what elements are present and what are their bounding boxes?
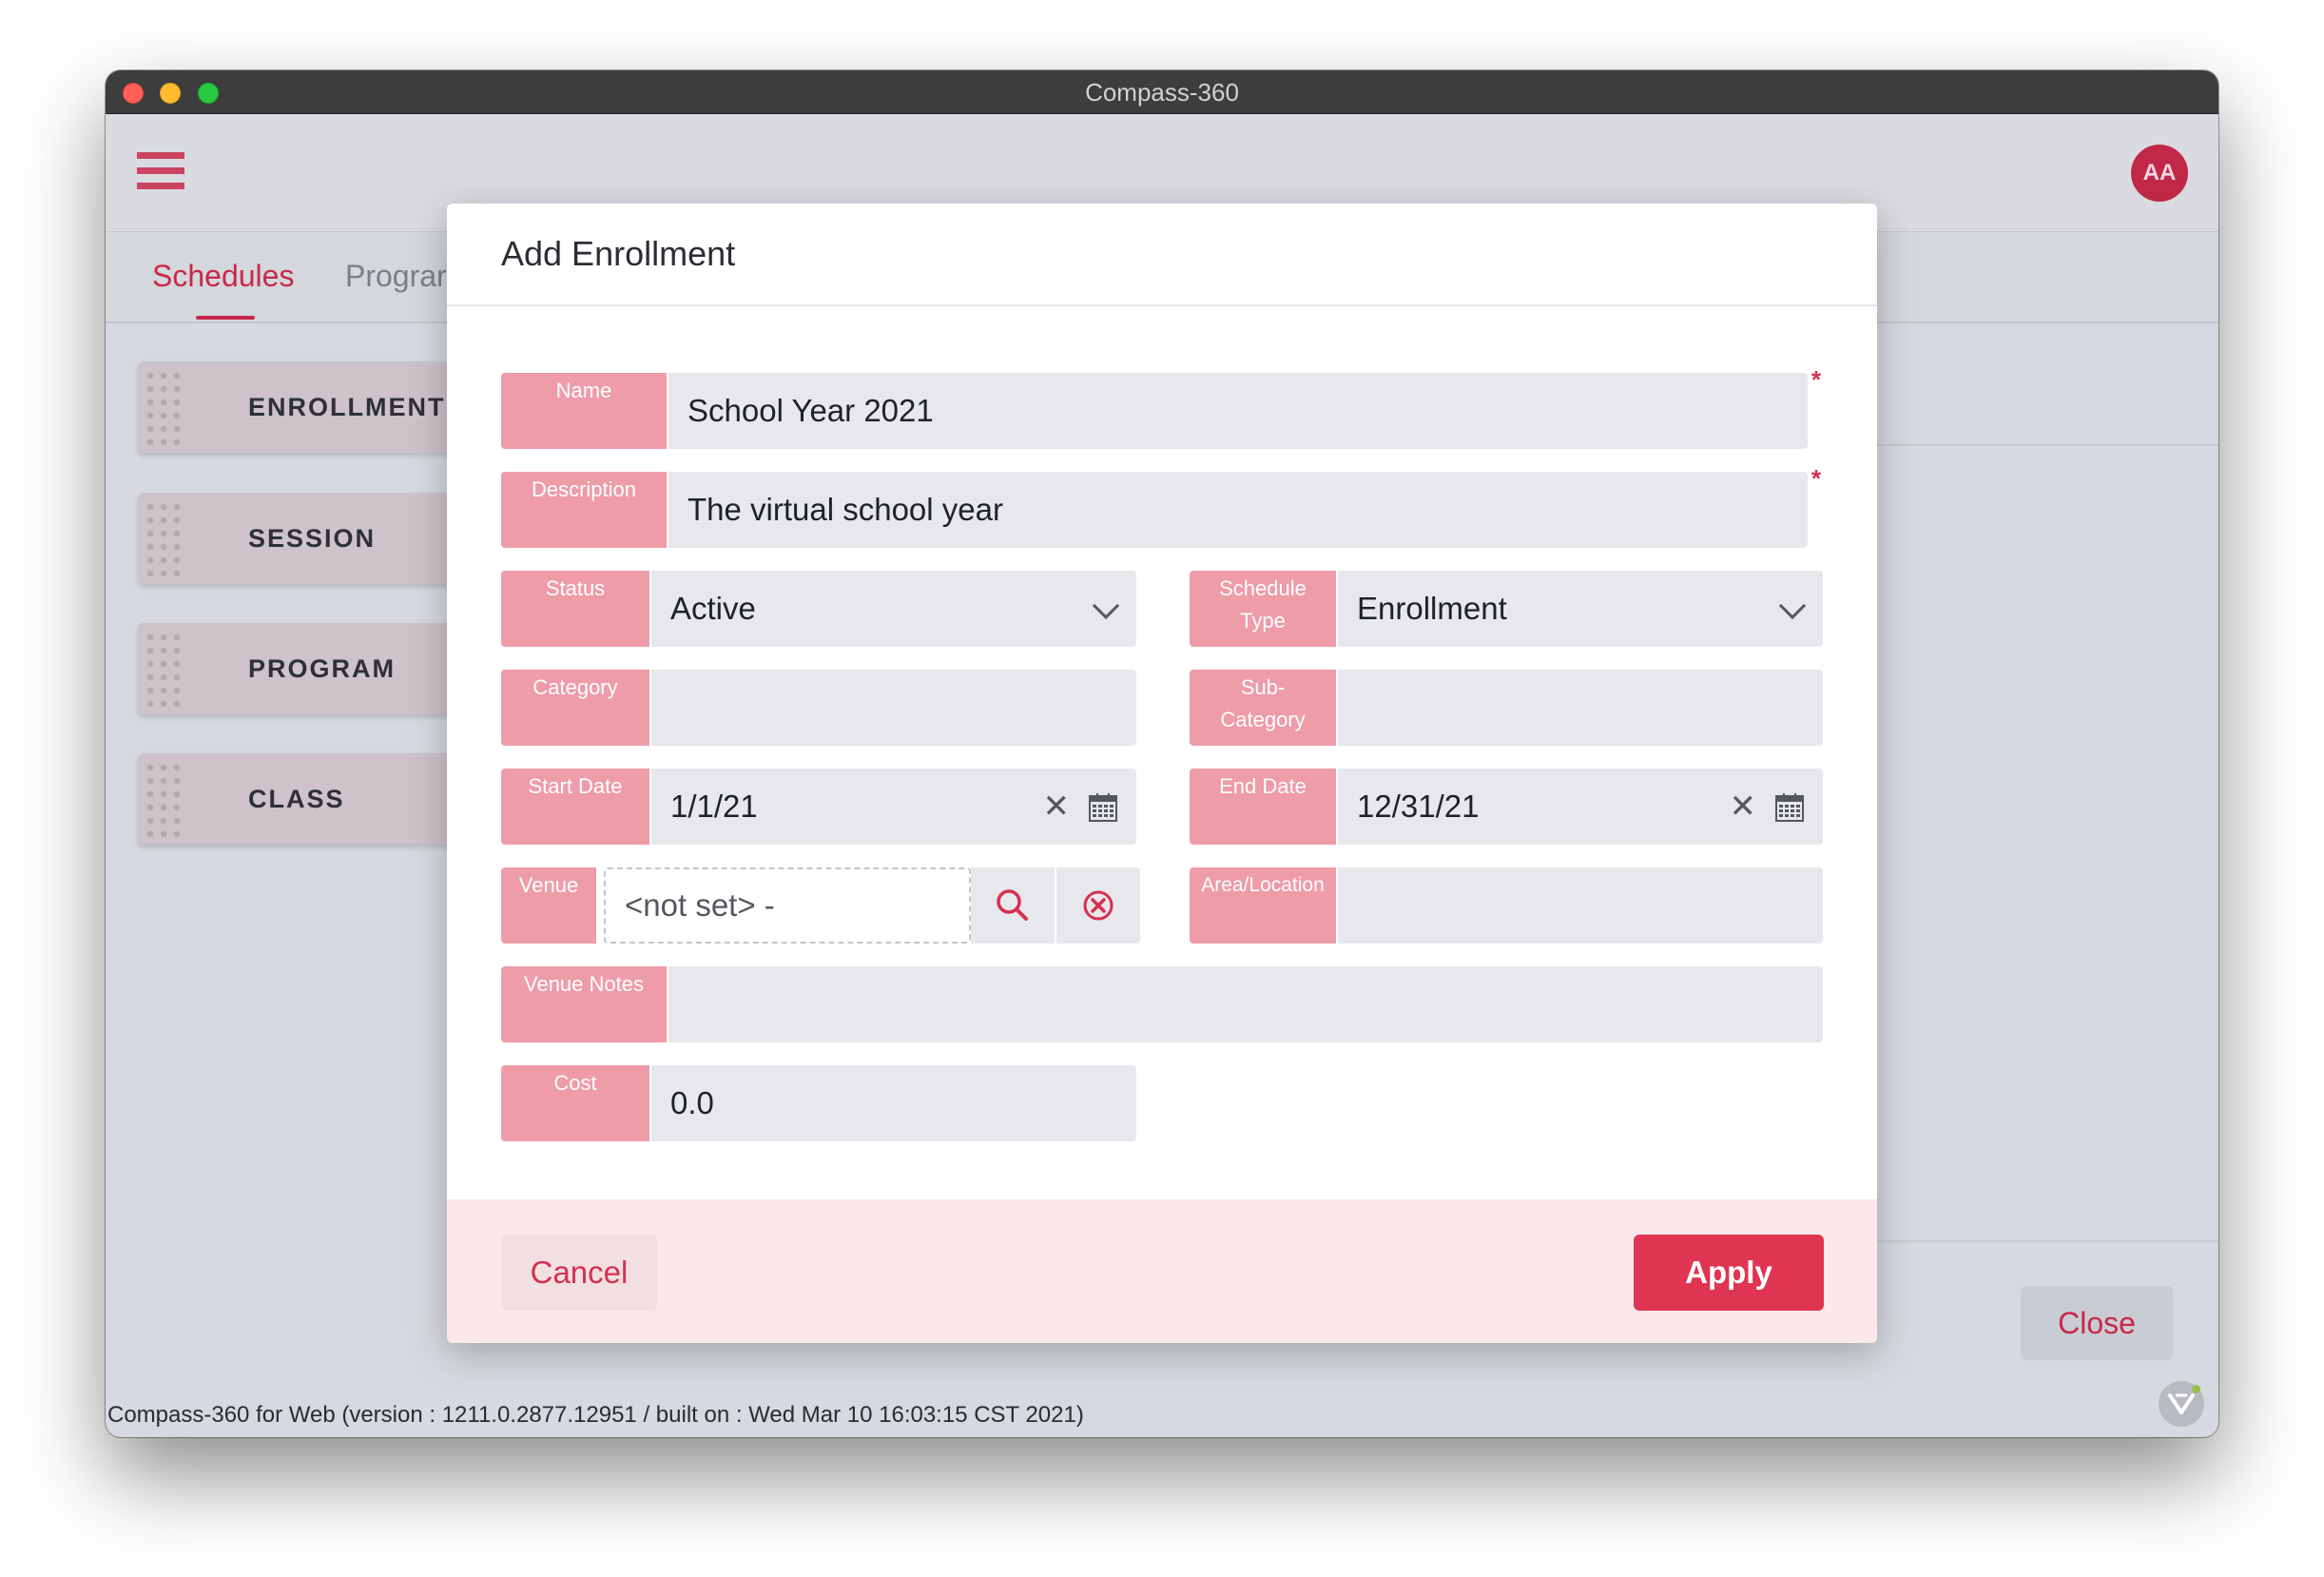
tab-programs[interactable]: Prograr (345, 259, 447, 294)
start-date-field: Start Date 1/1/21 ✕ (501, 769, 1136, 845)
close-button[interactable]: Close (2021, 1286, 2173, 1360)
divider (1855, 1240, 2218, 1242)
field-label: Schedule Type (1190, 571, 1336, 647)
dialog-header: Add Enrollment (447, 204, 1877, 306)
area-location-input[interactable] (1338, 867, 1823, 944)
sidebar-item-class[interactable]: CLASS (138, 753, 499, 845)
sidebar-item-label: SESSION (248, 524, 377, 553)
dialog-title: Add Enrollment (501, 234, 736, 273)
version-footer: Compass-360 for Web (version : 1211.0.28… (107, 1402, 1084, 1428)
category-field: Category (501, 670, 1136, 746)
description-input[interactable]: The virtual school year (668, 472, 1808, 548)
field-label: End Date (1190, 769, 1336, 845)
end-date-field: End Date 12/31/21 ✕ (1190, 769, 1823, 845)
cost-field: Cost 0.0 (501, 1065, 1136, 1141)
schedule-type-select[interactable]: Schedule Type Enrollment (1190, 571, 1823, 647)
sidebar-item-session[interactable]: SESSION (138, 493, 499, 584)
name-field: Name School Year 2021 * (501, 365, 1821, 449)
status-select[interactable]: Status Active (501, 571, 1136, 647)
field-label: Name (501, 373, 667, 449)
venue-field: Venue <not set> - (501, 867, 1140, 944)
required-marker: * (1811, 365, 1821, 394)
venue-notes-input[interactable] (668, 966, 1823, 1042)
calendar-icon[interactable] (1775, 793, 1804, 822)
hamburger-menu-icon[interactable] (137, 152, 184, 190)
sidebar-item-enrollment[interactable]: ENROLLMENT (138, 361, 499, 453)
apply-button[interactable]: Apply (1634, 1235, 1824, 1311)
sidebar-item-label: ENROLLMENT (248, 393, 446, 421)
venue-search-button[interactable] (971, 867, 1055, 944)
label-line: Category (1220, 708, 1306, 731)
active-tab-indicator (196, 316, 255, 320)
drag-handle-icon[interactable] (144, 631, 182, 707)
calendar-icon[interactable] (1089, 793, 1117, 822)
field-label: Category (501, 670, 649, 746)
clear-x-icon[interactable]: ✕ (1730, 769, 1757, 845)
sub-category-input[interactable] (1338, 670, 1823, 746)
required-marker: * (1811, 464, 1821, 493)
field-label: Venue Notes (501, 966, 667, 1042)
field-label: Venue (501, 867, 596, 944)
tab-schedules[interactable]: Schedules (152, 259, 294, 294)
avatar[interactable]: AA (2131, 145, 2188, 202)
clear-x-icon[interactable]: ✕ (1043, 769, 1071, 845)
sub-category-field: Sub- Category (1190, 670, 1823, 746)
venue-notes-field: Venue Notes (501, 966, 1823, 1042)
field-label: Status (501, 571, 649, 647)
schedule-type-value[interactable]: Enrollment (1338, 571, 1823, 647)
title-bar: Compass-360 (106, 70, 2218, 114)
name-input[interactable]: School Year 2021 (668, 373, 1808, 449)
drag-handle-icon[interactable] (144, 500, 182, 576)
field-label: Cost (501, 1065, 649, 1141)
field-label: Sub- Category (1190, 670, 1336, 746)
field-label: Description (501, 472, 667, 548)
vaadin-logo-icon[interactable] (2156, 1378, 2207, 1430)
app-window: Compass-360 AA Schedules Prograr ENROLLM… (106, 70, 2218, 1437)
dialog-footer: Cancel Apply (447, 1199, 1877, 1343)
divider (1855, 444, 2218, 446)
search-icon (997, 889, 1028, 921)
drag-handle-icon[interactable] (144, 761, 182, 837)
sidebar-item-label: CLASS (248, 785, 345, 813)
label-line: Type (1240, 609, 1286, 633)
drag-handle-icon[interactable] (144, 369, 182, 445)
field-label: Start Date (501, 769, 649, 845)
category-input[interactable] (651, 670, 1136, 746)
sidebar-item-program[interactable]: PROGRAM (138, 623, 499, 714)
field-label: Area/Location (1190, 867, 1336, 944)
label-line: Sub- (1240, 675, 1286, 699)
window-title: Compass-360 (1085, 78, 1239, 107)
cancel-button[interactable]: Cancel (501, 1235, 657, 1311)
add-enrollment-dialog: Add Enrollment Name School Year 2021 * D… (447, 204, 1877, 1343)
sidebar-item-label: PROGRAM (248, 654, 396, 683)
clear-circle-icon (1083, 890, 1114, 921)
description-field: Description The virtual school year * (501, 464, 1821, 548)
area-location-field: Area/Location (1190, 867, 1823, 944)
status-value[interactable]: Active (651, 571, 1136, 647)
venue-input[interactable]: <not set> - (604, 867, 971, 944)
venue-clear-button[interactable] (1056, 867, 1140, 944)
cost-input[interactable]: 0.0 (651, 1065, 1136, 1141)
label-line: Schedule (1219, 576, 1307, 600)
